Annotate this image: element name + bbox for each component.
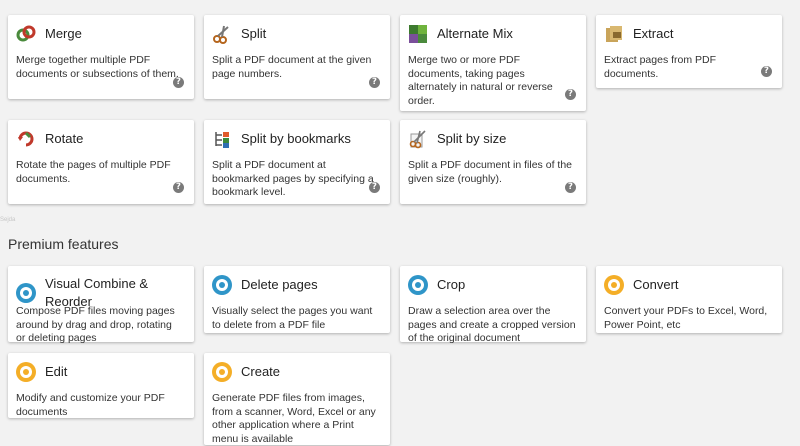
card-title-row: Rotate [16,129,83,149]
sejda-orange-icon [212,362,232,382]
card-title-row: Crop [408,275,465,295]
card-title: Rotate [45,131,84,146]
tool-card-rotate[interactable]: Rotate Rotate the pages of multiple PDF … [8,120,194,204]
card-description: Merge two or more PDF documents, taking … [408,54,553,107]
premium-card-crop[interactable]: Crop Draw a selection area over the page… [400,266,586,344]
card-title: Merge [45,26,82,41]
card-title-row: Split [212,24,266,44]
card-description: Generate PDF files from images, from a s… [212,392,376,445]
tool-card-split-by-bookmarks[interactable]: Split by bookmarks Split a PDF document … [204,120,390,204]
premium-card-visual-combine[interactable]: Visual Combine & Reorder Compose PDF fil… [8,266,194,344]
sejda-orange-icon [604,275,624,295]
card-title-row: Convert [604,275,679,295]
sejda-blue-icon [16,283,36,303]
tool-card-split-by-size[interactable]: Split by size Split a PDF document in fi… [400,120,586,204]
alternate-mix-icon [408,24,428,44]
help-icon[interactable]: ? [369,182,380,193]
card-title: Split [241,26,267,41]
tool-card-merge[interactable]: Merge Merge together multiple PDF docume… [8,15,194,99]
premium-card-convert[interactable]: Convert Convert your PDFs to Excel, Word… [596,266,782,333]
help-icon[interactable]: ? [565,182,576,193]
card-title: Convert [633,277,679,292]
card-description: Convert your PDFs to Excel, Word, Power … [604,305,768,331]
tool-card-split[interactable]: Split Split a PDF document at the given … [204,15,390,99]
card-description: Split a PDF document in files of the giv… [408,159,572,185]
card-description: Draw a selection area over the pages and… [408,305,576,344]
card-title-row: Create [212,362,280,382]
help-icon[interactable]: ? [761,66,772,77]
card-title: Crop [437,277,466,292]
sejda-blue-icon [408,275,428,295]
faint-label: Sejda [0,217,16,223]
card-description: Modify and customize your PDF documents [16,392,165,418]
extract-icon [604,24,624,44]
sejda-blue-icon [212,275,232,295]
bookmarks-icon [212,129,232,149]
card-description: Rotate the pages of multiple PDF documen… [16,159,171,185]
scissors-icon [212,24,232,44]
merge-icon [16,24,36,44]
card-title-row: Split by size [408,129,506,149]
card-title-row: Split by bookmarks [212,129,351,149]
card-title: Delete pages [241,277,318,292]
help-icon[interactable]: ? [369,77,380,88]
premium-card-edit[interactable]: Edit Modify and customize your PDF docum… [8,353,194,418]
rotate-icon [16,129,36,149]
premium-card-delete-pages[interactable]: Delete pages Visually select the pages y… [204,266,390,333]
card-description: Merge together multiple PDF documents or… [16,54,179,80]
help-icon[interactable]: ? [173,182,184,193]
tool-card-extract[interactable]: Extract Extract pages from PDF documents… [596,15,782,88]
card-description: Split a PDF document at the given page n… [212,54,372,80]
premium-card-create[interactable]: Create Generate PDF files from images, f… [204,353,390,445]
card-title: Create [241,364,281,379]
card-description: Visually select the pages you want to de… [212,305,373,331]
card-title: Split by size [437,131,507,146]
card-title: Extract [633,26,674,41]
card-title: Alternate Mix [437,26,513,41]
card-description: Extract pages from PDF documents. [604,54,717,80]
card-title-row: Delete pages [212,275,318,295]
help-icon[interactable]: ? [173,77,184,88]
sejda-orange-icon [16,362,36,382]
card-title: Split by bookmarks [241,131,351,146]
premium-section-title: Premium features [8,236,119,252]
card-title: Edit [45,364,68,379]
split-size-icon [408,129,428,149]
card-title-row: Merge [16,24,82,44]
tool-card-alternate-mix[interactable]: Alternate Mix Merge two or more PDF docu… [400,15,586,111]
card-description: Split a PDF document at bookmarked pages… [212,159,374,198]
card-title-row: Alternate Mix [408,24,513,44]
card-description: Compose PDF files moving pages around by… [16,305,175,344]
help-icon[interactable]: ? [565,89,576,100]
card-title-row: Extract [604,24,673,44]
card-title-row: Edit [16,362,67,382]
